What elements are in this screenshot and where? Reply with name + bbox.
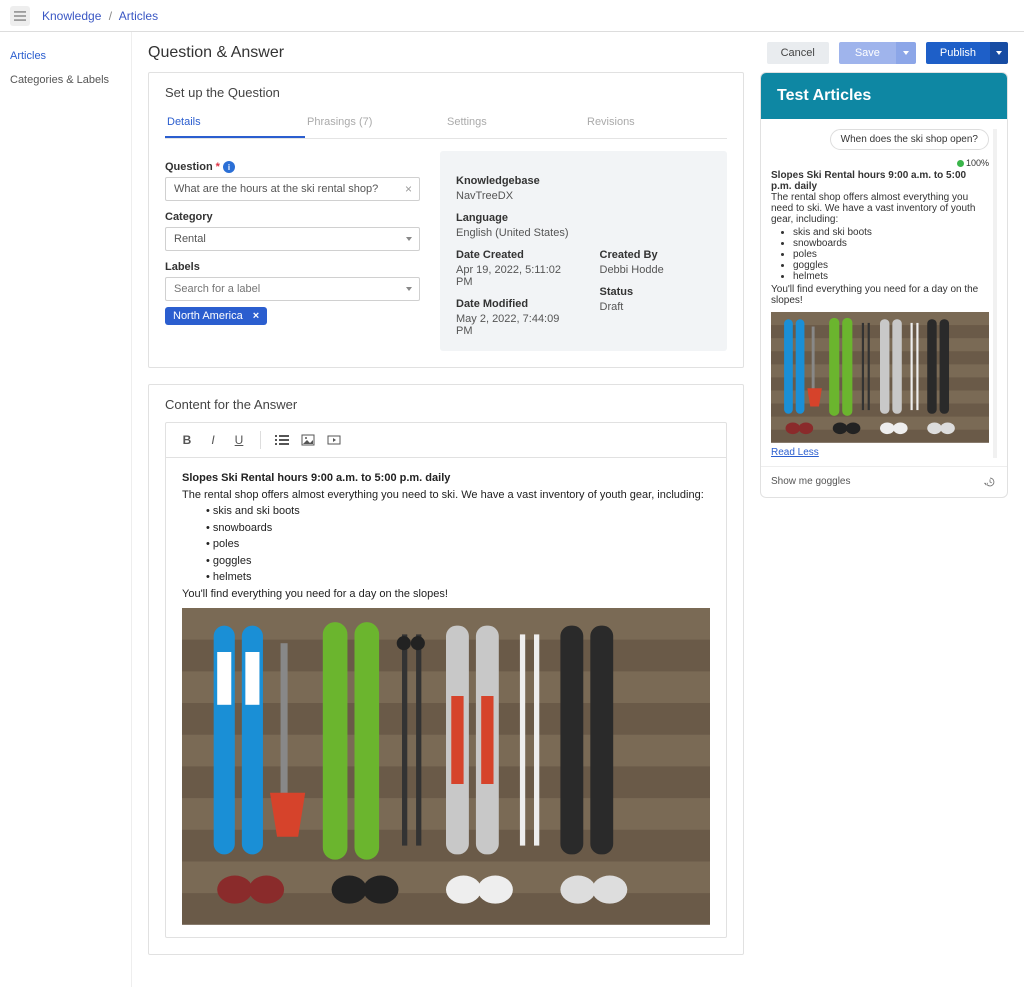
green-dot-icon: [957, 160, 964, 167]
meta-kb-value: NavTreeDX: [456, 190, 711, 202]
nav-item-articles[interactable]: Articles: [10, 44, 131, 68]
category-select[interactable]: [165, 227, 420, 251]
publish-button[interactable]: Publish: [926, 42, 990, 64]
ski-gear-illustration: [182, 608, 710, 925]
answer-item: goggles: [206, 553, 710, 570]
meta-lang-label: Language: [456, 212, 711, 224]
test-articles-panel: Test Articles When does the ski shop ope…: [760, 72, 1008, 498]
tab-details[interactable]: Details: [165, 110, 305, 138]
history-icon[interactable]: [983, 475, 997, 489]
italic-button[interactable]: I: [202, 429, 224, 451]
tab-settings[interactable]: Settings: [445, 110, 585, 138]
meta-kb-label: Knowledgebase: [456, 175, 711, 187]
image-icon: [301, 433, 315, 447]
meta-modified-label: Date Modified: [456, 298, 568, 310]
answer-item: skis and ski boots: [206, 503, 710, 520]
breadcrumb-root[interactable]: Knowledge: [42, 9, 101, 23]
user-message: When does the ski shop open?: [830, 129, 989, 150]
nav-item-categories-labels[interactable]: Categories & Labels: [10, 68, 131, 92]
answer-heading: Slopes Ski Rental hours 9:00 a.m. to 5:0…: [182, 472, 450, 484]
save-button[interactable]: Save: [839, 42, 896, 64]
bot-response: Slopes Ski Rental hours 9:00 a.m. to 5:0…: [771, 170, 989, 458]
tab-phrasings[interactable]: Phrasings (7): [305, 110, 445, 138]
answer-section-title: Content for the Answer: [165, 397, 727, 412]
hamburger-menu[interactable]: [10, 6, 30, 26]
toolbar-separator: [260, 431, 261, 449]
labels-search-input[interactable]: [165, 277, 420, 301]
meta-createdby-value: Debbi Hodde: [600, 264, 712, 276]
question-input[interactable]: [165, 177, 420, 201]
video-button[interactable]: [323, 429, 345, 451]
labels-label: Labels: [165, 261, 420, 273]
bot-outro: You'll find everything you need for a da…: [771, 284, 978, 306]
bot-item: skis and ski boots: [793, 227, 989, 238]
breadcrumb-current[interactable]: Articles: [119, 9, 158, 23]
meta-modified-value: May 2, 2022, 7:44:09 PM: [456, 313, 568, 337]
list-button[interactable]: [271, 429, 293, 451]
left-nav: Articles Categories & Labels: [0, 32, 132, 987]
category-label: Category: [165, 211, 420, 223]
confidence-indicator: 100%: [771, 158, 989, 168]
bot-intro: The rental shop offers almost everything…: [771, 192, 975, 225]
meta-created-label: Date Created: [456, 249, 568, 261]
chip-remove-icon[interactable]: ×: [253, 310, 259, 322]
bot-item: helmets: [793, 271, 989, 282]
bold-button[interactable]: B: [176, 429, 198, 451]
bot-item: poles: [793, 249, 989, 260]
caret-down-icon: [996, 51, 1002, 55]
breadcrumb: Knowledge / Articles: [42, 9, 158, 23]
meta-status-label: Status: [600, 286, 712, 298]
answer-item: helmets: [206, 569, 710, 586]
setup-section-title: Set up the Question: [165, 85, 727, 100]
publish-dropdown-caret[interactable]: [990, 42, 1008, 64]
cancel-button[interactable]: Cancel: [767, 42, 829, 64]
question-label: Question: [165, 161, 213, 173]
video-icon: [327, 433, 341, 447]
metadata-panel: Knowledgebase NavTreeDX Language English…: [440, 151, 727, 351]
answer-item: poles: [206, 536, 710, 553]
save-dropdown-caret[interactable]: [896, 42, 916, 64]
clear-question-icon[interactable]: ×: [405, 182, 412, 196]
page-title: Question & Answer: [148, 44, 284, 62]
required-indicator: *: [216, 161, 220, 173]
read-less-link[interactable]: Read Less: [771, 447, 819, 458]
bot-item: goggles: [793, 260, 989, 271]
underline-button[interactable]: U: [228, 429, 250, 451]
bot-item: snowboards: [793, 238, 989, 249]
editor-toolbar: B I U: [166, 423, 726, 458]
tab-revisions[interactable]: Revisions: [585, 110, 725, 138]
answer-image: [182, 608, 710, 925]
chip-text: North America: [173, 310, 243, 322]
answer-item: snowboards: [206, 520, 710, 537]
answer-outro: You'll find everything you need for a da…: [182, 588, 448, 600]
confidence-value: 100%: [966, 158, 989, 168]
editor-content[interactable]: Slopes Ski Rental hours 9:00 a.m. to 5:0…: [166, 458, 726, 937]
meta-lang-value: English (United States): [456, 227, 711, 239]
bot-image: [771, 312, 989, 443]
info-icon[interactable]: i: [223, 161, 235, 173]
meta-created-value: Apr 19, 2022, 5:11:02 PM: [456, 264, 568, 288]
bot-heading: Slopes Ski Rental hours 9:00 a.m. to 5:0…: [771, 170, 966, 192]
caret-down-icon: [903, 51, 909, 55]
answer-intro: The rental shop offers almost everything…: [182, 489, 704, 501]
breadcrumb-separator: /: [109, 9, 112, 23]
hamburger-icon: [14, 10, 26, 22]
image-button[interactable]: [297, 429, 319, 451]
meta-status-value: Draft: [600, 301, 712, 313]
test-panel-title: Test Articles: [761, 73, 1007, 119]
list-icon: [275, 433, 289, 447]
meta-createdby-label: Created By: [600, 249, 712, 261]
label-chip-north-america[interactable]: North America ×: [165, 307, 267, 325]
ski-gear-illustration: [771, 312, 989, 443]
chat-input[interactable]: [771, 476, 983, 487]
